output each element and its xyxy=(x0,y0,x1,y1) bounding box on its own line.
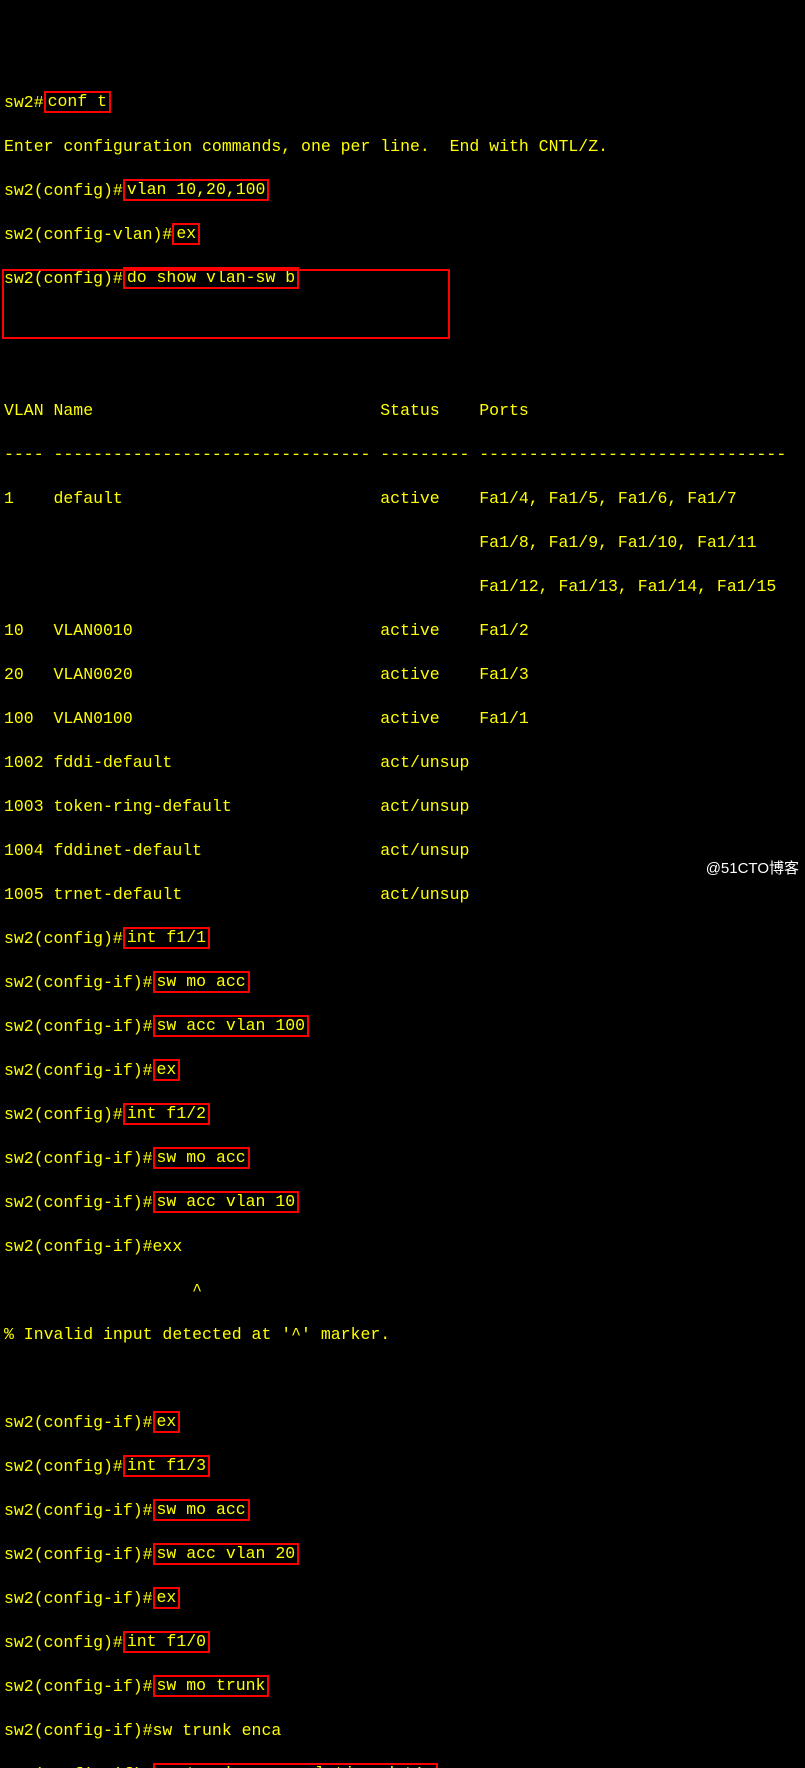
table-row: 1002 fddi-default act/unsup xyxy=(4,752,801,774)
command-highlight: sw mo acc xyxy=(153,1499,250,1521)
prompt: sw2(config)# xyxy=(4,1457,123,1476)
prompt: sw2(config-if)# xyxy=(4,1501,153,1520)
terminal-line: sw2(config-if)#sw mo acc xyxy=(4,1500,801,1522)
terminal-line: sw2(config)#int f1/0 xyxy=(4,1632,801,1654)
prompt: sw2(config-if)# xyxy=(4,1677,153,1696)
terminal-line: sw2(config-if)#sw acc vlan 20 xyxy=(4,1544,801,1566)
terminal-line: sw2(config)#int f1/3 xyxy=(4,1456,801,1478)
command-highlight: sw acc vlan 20 xyxy=(153,1543,300,1565)
command-highlight: ex xyxy=(153,1059,181,1081)
table-row: 20 VLAN0020 active Fa1/3 xyxy=(4,664,801,686)
watermark: @51CTO博客 xyxy=(706,858,799,880)
prompt: sw2(config)# xyxy=(4,1105,123,1124)
table-divider: ---- -------------------------------- --… xyxy=(4,444,801,466)
prompt: sw2(config-if)# xyxy=(4,1589,153,1608)
command-highlight: ex xyxy=(153,1587,181,1609)
prompt: sw2(config-if)# xyxy=(4,1017,153,1036)
table-row: 1004 fddinet-default act/unsup xyxy=(4,840,801,862)
command-highlight: int f1/2 xyxy=(123,1103,210,1125)
prompt: sw2(config-if)# xyxy=(4,1765,153,1768)
command-highlight: int f1/1 xyxy=(123,927,210,949)
terminal-line: sw2(config-if)#sw acc vlan 10 xyxy=(4,1192,801,1214)
terminal-line: sw2(config)#vlan 10,20,100 xyxy=(4,180,801,202)
terminal-line: sw2(config)#int f1/2 xyxy=(4,1104,801,1126)
command-highlight: int f1/3 xyxy=(123,1455,210,1477)
prompt: sw2(config-if)# xyxy=(4,973,153,992)
command-highlight: sw mo acc xyxy=(153,971,250,993)
command-highlight: sw trunk encapsulation dot1q xyxy=(153,1763,438,1768)
terminal-line: sw2(config-if)#sw acc vlan 100 xyxy=(4,1016,801,1038)
table-row: 1005 trnet-default act/unsup xyxy=(4,884,801,906)
error-caret: ^ xyxy=(4,1280,801,1302)
terminal-line: sw2(config-if)#ex xyxy=(4,1412,801,1434)
prompt: sw2(config)# xyxy=(4,1633,123,1652)
command-highlight: ex xyxy=(153,1411,181,1433)
error-message: % Invalid input detected at '^' marker. xyxy=(4,1324,801,1346)
prompt: sw2(config-if)# xyxy=(4,1545,153,1564)
terminal-line: Enter configuration commands, one per li… xyxy=(4,136,801,158)
table-row: 100 VLAN0100 active Fa1/1 xyxy=(4,708,801,730)
prompt: sw2(config)# xyxy=(4,929,123,948)
terminal-line: sw2(config)#int f1/1 xyxy=(4,928,801,950)
terminal-line: sw2(config-if)#sw mo trunk xyxy=(4,1676,801,1698)
table-row: 1 default active Fa1/4, Fa1/5, Fa1/6, Fa… xyxy=(4,488,801,510)
terminal-line: sw2#conf t xyxy=(4,92,801,114)
command-highlight: conf t xyxy=(44,91,111,113)
blank-line xyxy=(4,1368,801,1390)
prompt: sw2(config-if)# xyxy=(4,1061,153,1080)
terminal-line: sw2(config-if)#exx xyxy=(4,1236,801,1258)
prompt: sw2(config-if)# xyxy=(4,1149,153,1168)
table-row: Fa1/8, Fa1/9, Fa1/10, Fa1/11 xyxy=(4,532,801,554)
prompt: sw2(config-vlan)# xyxy=(4,225,172,244)
command-highlight: ex xyxy=(172,223,200,245)
blank-line xyxy=(4,356,801,378)
command-highlight: sw mo acc xyxy=(153,1147,250,1169)
prompt: sw2(config-if)# xyxy=(4,1193,153,1212)
prompt: sw2(config-if)# xyxy=(4,1413,153,1432)
terminal-line: sw2(config-if)#ex xyxy=(4,1060,801,1082)
command-highlight: sw mo trunk xyxy=(153,1675,270,1697)
command-highlight: sw acc vlan 10 xyxy=(153,1191,300,1213)
command-highlight: int f1/0 xyxy=(123,1631,210,1653)
prompt: sw2# xyxy=(4,93,44,112)
table-row: Fa1/12, Fa1/13, Fa1/14, Fa1/15 xyxy=(4,576,801,598)
command-highlight: sw acc vlan 100 xyxy=(153,1015,310,1037)
terminal-line: sw2(config-if)#sw mo acc xyxy=(4,972,801,994)
terminal-line: sw2(config-if)#sw trunk encapsulation do… xyxy=(4,1764,801,1768)
prompt: sw2(config)# xyxy=(4,181,123,200)
table-row: 10 VLAN0010 active Fa1/2 xyxy=(4,620,801,642)
terminal-line: sw2(config-vlan)#ex xyxy=(4,224,801,246)
command-highlight: vlan 10,20,100 xyxy=(123,179,270,201)
table-highlight-box xyxy=(2,269,450,339)
terminal-line: sw2(config-if)#sw mo acc xyxy=(4,1148,801,1170)
table-row: 1003 token-ring-default act/unsup xyxy=(4,796,801,818)
terminal-line: sw2(config-if)#ex xyxy=(4,1588,801,1610)
table-header: VLAN Name Status Ports xyxy=(4,400,801,422)
terminal-line: sw2(config-if)#sw trunk enca xyxy=(4,1720,801,1742)
